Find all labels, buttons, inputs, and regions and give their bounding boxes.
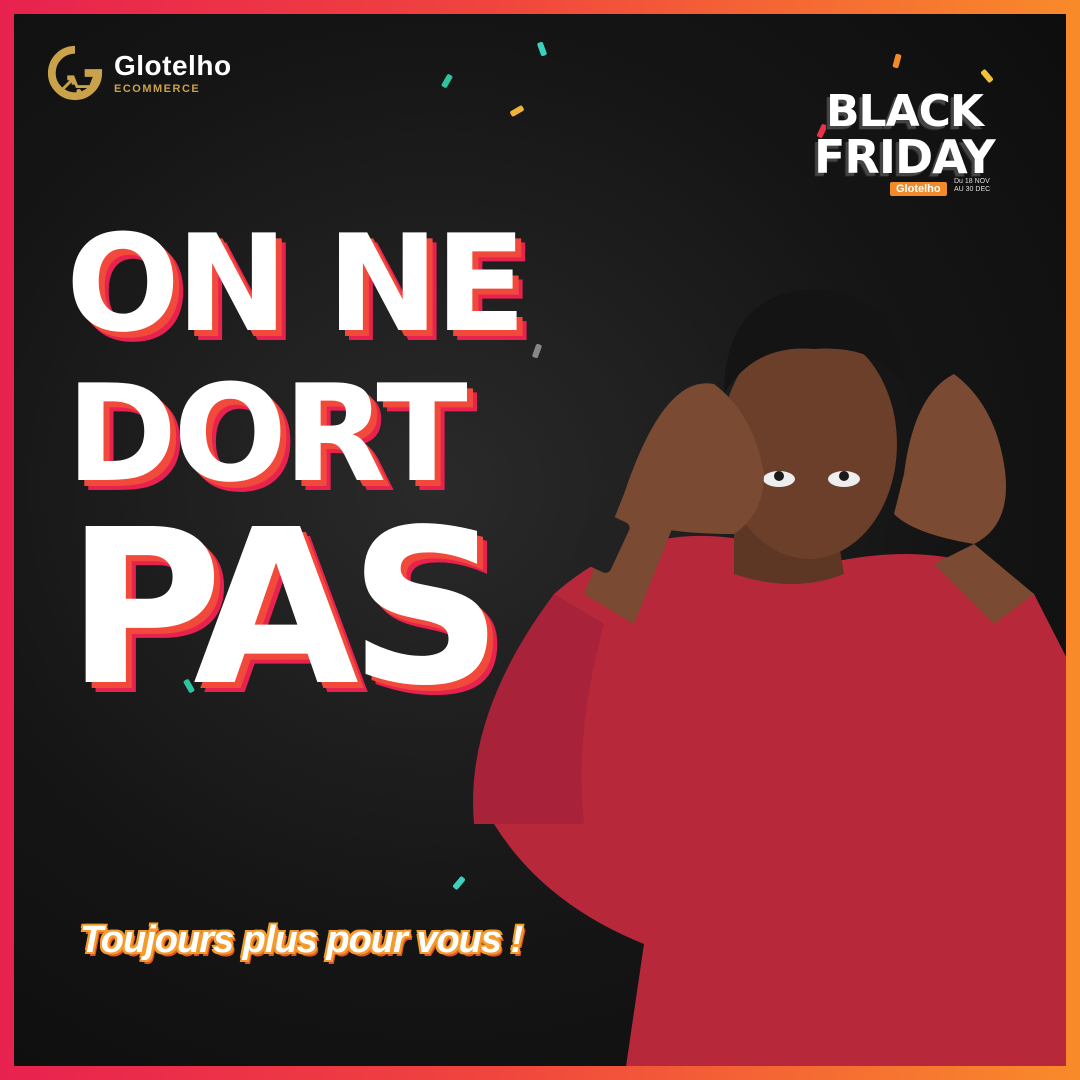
- confetti-decoration: [509, 104, 525, 118]
- brand-logo[interactable]: Glotelho ECOMMERCE: [46, 44, 232, 102]
- confetti-decoration: [440, 73, 454, 89]
- badge-line-2: FRIDAY: [814, 130, 996, 184]
- black-friday-badge: BLACK FRIDAY Glotelho Du 18 NOV AU 30 DE…: [814, 78, 1014, 208]
- brand-name: Glotelho: [114, 50, 232, 81]
- tagline: Toujours plus pour vous !: [80, 919, 523, 961]
- badge-dates: Du 18 NOV AU 30 DEC: [954, 178, 991, 193]
- confetti-decoration: [892, 53, 902, 69]
- brand-subtitle: ECOMMERCE: [114, 83, 201, 95]
- headline-line-3: PAS: [66, 484, 503, 733]
- headline-line-1: ON NE: [66, 206, 526, 362]
- person-photo: [473, 289, 1066, 1066]
- cart-arrow-icon: [47, 45, 103, 101]
- badge-brand-tag: Glotelho: [890, 182, 947, 196]
- poster-canvas: Glotelho ECOMMERCE BLACK FRIDAY Glotelho…: [14, 14, 1066, 1066]
- headline: ON NE DORT PAS: [66, 206, 526, 733]
- confetti-decoration: [536, 41, 548, 57]
- poster-frame: Glotelho ECOMMERCE BLACK FRIDAY Glotelho…: [0, 0, 1080, 1080]
